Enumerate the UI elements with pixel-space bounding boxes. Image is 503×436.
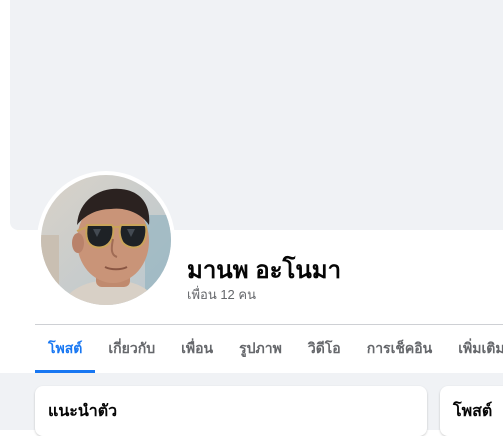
tab-friends-label: เพื่อน — [181, 340, 214, 356]
tab-checkins-label: การเช็คอิน — [366, 340, 433, 356]
tab-more[interactable]: เพิ่มเติม ▼ — [445, 325, 503, 373]
tab-photos-label: รูปภาพ — [239, 340, 282, 356]
tab-about-label: เกี่ยวกับ — [108, 340, 156, 356]
friends-count-link[interactable]: เพื่อน 12 คน — [187, 284, 256, 305]
tab-friends[interactable]: เพื่อน — [168, 325, 226, 373]
tab-photos[interactable]: รูปภาพ — [226, 325, 295, 373]
tab-videos-label: วิดีโอ — [307, 340, 341, 356]
posts-card-title: โพสต์ — [453, 403, 493, 420]
profile-tabs: โพสต์ เกี่ยวกับ เพื่อน รูปภาพ วิดีโอ การ… — [35, 325, 503, 373]
intro-card: แนะนำตัว — [35, 386, 427, 436]
tab-posts[interactable]: โพสต์ — [35, 325, 96, 373]
tab-checkins[interactable]: การเช็คอิน — [354, 325, 446, 373]
posts-card: โพสต์ — [440, 386, 503, 436]
tab-videos[interactable]: วิดีโอ — [295, 325, 354, 373]
tab-posts-label: โพสต์ — [48, 340, 83, 356]
tab-more-label: เพิ่มเติม — [458, 340, 503, 356]
avatar-photo — [41, 175, 171, 305]
intro-card-title: แนะนำตัว — [48, 403, 118, 420]
profile-picture[interactable] — [37, 171, 175, 309]
tab-about[interactable]: เกี่ยวกับ — [95, 325, 168, 373]
